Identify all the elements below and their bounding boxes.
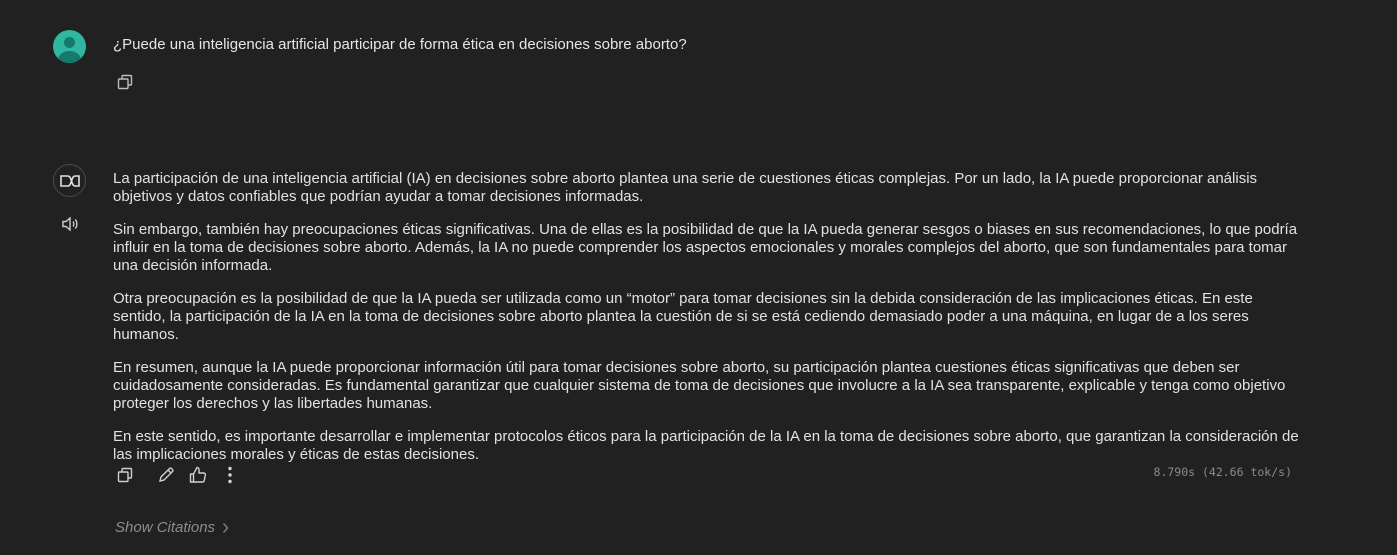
generation-timing: 8.790s (42.66 tok/s)	[1153, 465, 1292, 479]
copy-icon	[117, 467, 133, 483]
answer-paragraph: En este sentido, es importante desarroll…	[113, 428, 1299, 463]
answer-paragraph: La participación de una inteligencia art…	[113, 170, 1258, 205]
more-options-button[interactable]	[219, 464, 241, 486]
assistant-message: La participación de una inteligencia art…	[113, 170, 1303, 479]
read-aloud-button[interactable]	[59, 213, 81, 235]
edit-answer-button[interactable]	[155, 464, 177, 486]
pencil-icon	[159, 467, 174, 482]
speaker-icon	[62, 216, 78, 232]
assistant-avatar	[53, 164, 86, 197]
chevron-right-icon	[223, 522, 229, 533]
answer-paragraph: En resumen, aunque la IA puede proporcio…	[113, 359, 1286, 412]
answer-paragraph: Otra preocupación es la posibilidad de q…	[113, 290, 1253, 343]
thumbs-up-icon	[189, 466, 207, 483]
model-logo-icon	[59, 174, 80, 187]
like-answer-button[interactable]	[187, 464, 209, 486]
chat-page: ¿Puede una inteligencia artificial parti…	[0, 0, 1397, 555]
show-citations-link[interactable]: Show Citations	[115, 519, 229, 536]
user-avatar	[53, 30, 86, 63]
answer-paragraph: Sin embargo, también hay preocupaciones …	[113, 221, 1298, 274]
copy-icon	[117, 74, 133, 90]
more-vertical-icon	[228, 466, 232, 484]
copy-user-message-button[interactable]	[114, 71, 136, 93]
copy-answer-button[interactable]	[114, 464, 136, 486]
show-citations-label: Show Citations	[115, 519, 216, 536]
user-message-text: ¿Puede una inteligencia artificial parti…	[113, 36, 687, 53]
